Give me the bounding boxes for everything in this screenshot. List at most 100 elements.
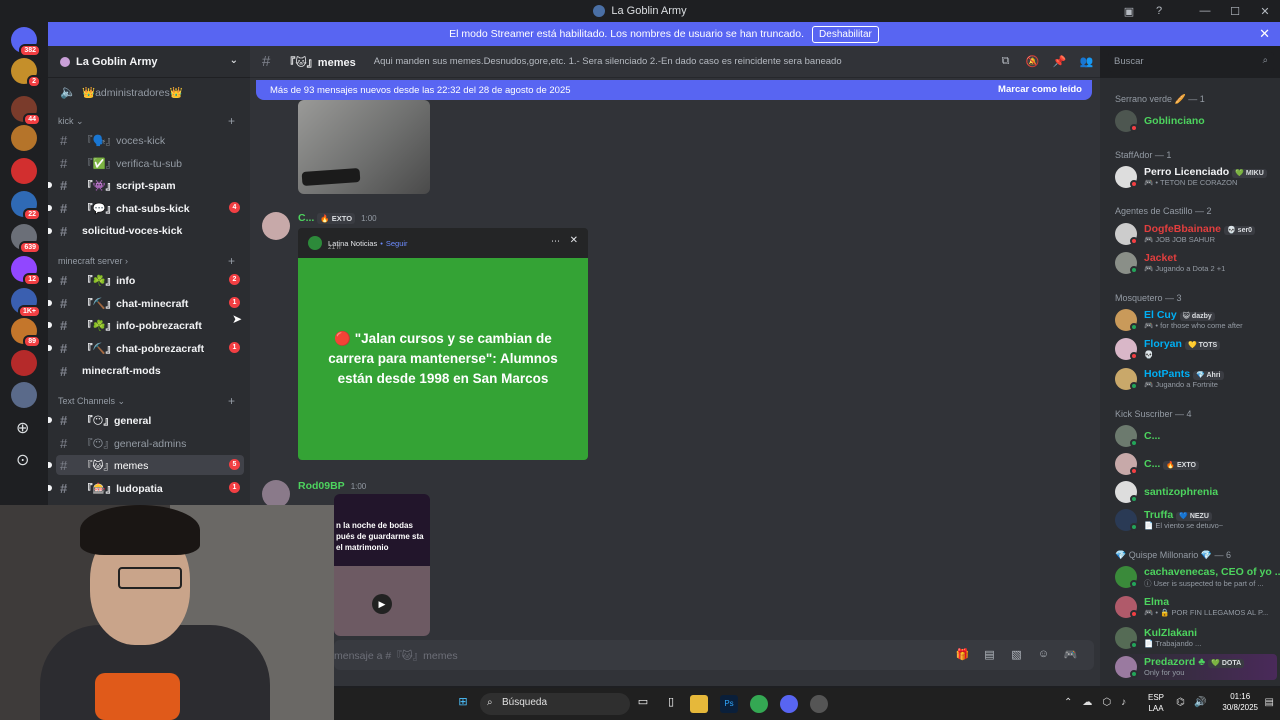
channel-solicitud-voces-kick[interactable]: # solicitud-voces-kick (48, 221, 244, 241)
member-item[interactable]: C... 🔥 EXTO (1115, 451, 1277, 477)
message-author[interactable]: C... 🔥 EXTO 1:00 (298, 212, 377, 224)
member-item[interactable]: El Cuy 😺 dazby 🎮 • for those who come afte… (1115, 307, 1277, 333)
category-kick[interactable]: kick ⌄ + (58, 114, 235, 128)
member-item[interactable]: KulZlakani 📄 Trabajando ... (1115, 625, 1277, 651)
apps-icon[interactable]: 🎮 (1057, 648, 1084, 661)
member-item[interactable]: Elma 🎮 • 🔒 POR FIN LLEGAMOS AL P... (1115, 594, 1277, 620)
server-icon[interactable] (11, 350, 37, 376)
member-item[interactable]: Jacket 🎮 Jugando a Dota 2 +1 (1115, 250, 1277, 276)
disable-streamer-button[interactable]: Deshabilitar (812, 25, 879, 43)
server-icon[interactable]: 1K+ (11, 288, 41, 318)
threads-icon[interactable]: ⧉ (992, 55, 1019, 68)
home-button[interactable]: 382 (11, 27, 41, 57)
image-attachment[interactable] (298, 100, 430, 194)
clock[interactable]: 01:16 30/8/2025 (1222, 691, 1258, 713)
add-channel-icon[interactable]: + (228, 394, 235, 408)
member-list-icon[interactable]: 👥 (1073, 55, 1100, 68)
avatar[interactable] (262, 212, 290, 240)
volume-icon[interactable]: 🔊 (1194, 697, 1206, 708)
channel-info[interactable]: # 『☘️』info 2 (48, 270, 244, 290)
message-input[interactable]: mensaje a #『🐱』memes 🎁 ▤ ▧ ☺ 🎮 (334, 640, 1094, 670)
add-channel-icon[interactable]: + (228, 114, 235, 128)
new-messages-bar[interactable]: Más de 93 mensajes nuevos desde las 22:3… (256, 80, 1092, 100)
add-server-icon[interactable]: ⊕ (16, 418, 29, 438)
add-channel-icon[interactable]: + (228, 254, 235, 268)
hash-icon: # (60, 155, 68, 171)
member-item[interactable]: cachavenecas, CEO of yo ... ⓘ User is sus… (1115, 564, 1280, 590)
close-window-button[interactable]: ✕ (1250, 5, 1280, 18)
play-icon[interactable]: ▶ (372, 594, 392, 614)
search-input[interactable]: Buscar ⌕ (1108, 52, 1274, 72)
network-icon[interactable]: ⌬ (1176, 697, 1185, 708)
channel-chat-subs-kick[interactable]: # 『💬』chat-subs-kick 4 (48, 198, 244, 218)
server-icon[interactable]: 12 (11, 256, 41, 286)
server-icon[interactable] (11, 125, 37, 151)
channel-voces-kick[interactable]: # 『🗣️』voces-kick (56, 130, 244, 150)
server-icon[interactable] (11, 158, 37, 184)
chevron-down-icon[interactable]: ⌄ (230, 55, 238, 66)
maximize-button[interactable]: ☐ (1220, 5, 1250, 18)
member-item[interactable]: Predazord ♣ 💚 DOTA Only for you (1115, 654, 1277, 680)
channel-verifica-tu-sub[interactable]: # 『✅』verifica-tu-sub (56, 153, 244, 173)
server-icon[interactable] (11, 382, 37, 408)
emoji-icon[interactable]: ☺ (1030, 648, 1057, 661)
link-embed[interactable]: Latina Noticias • Seguir 21 h ⋯ ✕ 🔴 "Jal… (298, 228, 588, 460)
discover-icon[interactable]: ⊙ (16, 450, 29, 470)
channel-general-admins[interactable]: # 『😶』general-admins (56, 433, 244, 453)
task-view-icon[interactable]: ▭ (634, 695, 652, 713)
server-icon[interactable]: 22 (11, 191, 41, 221)
gif-icon[interactable]: ▤ (976, 648, 1003, 661)
message-author[interactable]: Rod09BP 1:00 (298, 480, 366, 492)
channel-general[interactable]: # 『😶』general (48, 410, 244, 430)
start-icon[interactable]: ⊞ (454, 695, 472, 713)
member-item[interactable]: Goblinciano (1115, 108, 1277, 134)
channel-script-spam[interactable]: # 『👾』script-spam (48, 175, 244, 195)
server-icon[interactable]: 89 (11, 318, 41, 348)
video-attachment[interactable]: n la noche de bodas pués de guardarme st… (334, 494, 430, 636)
channel-chat-pobrezacraft[interactable]: # 『⛏️』chat-pobrezacraft 1 (48, 338, 244, 358)
category-text-channels[interactable]: Text Channels ⌄ + (58, 394, 235, 408)
close-icon[interactable]: ✕ (1259, 26, 1270, 42)
server-header[interactable]: La Goblin Army ⌄ (48, 46, 250, 78)
notification-icon[interactable]: ▤ (1265, 697, 1274, 708)
photoshop-icon[interactable]: Ps (720, 695, 738, 713)
channel-minecraft-mods[interactable]: # minecraft-mods (56, 361, 244, 381)
channel-topic[interactable]: Aqui manden sus memes.Desnudos,gore,etc.… (374, 56, 842, 67)
notification-bell-icon[interactable]: 🔕 (1019, 55, 1046, 68)
member-item[interactable]: HotPants 💎 Ahri 🎮 Jugando a Fortnite (1115, 366, 1277, 392)
follow-link[interactable]: Seguir (386, 239, 408, 248)
server-icon[interactable]: 44 (11, 96, 41, 126)
channel-memes[interactable]: # 『🐱』memes 5 (48, 455, 244, 475)
channel-chat-minecraft[interactable]: # 『⛏️』chat-minecraft 1 (48, 293, 244, 313)
server-icon[interactable]: 639 (11, 224, 41, 254)
member-item[interactable]: Truffa 💙 NEZU 📄 El viento se detuvo~ (1115, 507, 1277, 533)
gift-icon[interactable]: 🎁 (949, 648, 976, 661)
channel-info-pobrezacraft[interactable]: # 『☘️』info-pobrezacraft (48, 315, 244, 335)
inbox-icon[interactable]: ▣ (1114, 5, 1144, 18)
sticker-icon[interactable]: ▧ (1003, 648, 1030, 661)
system-tray[interactable]: ⌃☁⬡♪ (1064, 697, 1136, 708)
member-item[interactable]: Floryan 💛 TOTS 💀 (1115, 336, 1277, 362)
category-minecraft[interactable]: minecraft server › + (58, 254, 235, 268)
minimize-button[interactable]: — (1190, 5, 1220, 17)
close-icon[interactable]: ✕ (570, 235, 578, 246)
language-indicator[interactable]: ESP LAA (1148, 692, 1164, 714)
member-item[interactable]: C... (1115, 423, 1277, 449)
member-item[interactable]: santizophrenia (1115, 479, 1277, 505)
server-icon[interactable]: 2 (11, 58, 41, 88)
chrome-icon[interactable] (750, 695, 768, 713)
mark-as-read-button[interactable]: Marcar como leído (998, 84, 1082, 95)
channel-ludopatia[interactable]: # 『🎰』ludopatia 1 (48, 478, 244, 498)
help-icon[interactable]: ? (1144, 5, 1174, 17)
more-icon[interactable]: ⋯ (551, 236, 560, 247)
member-item[interactable]: DogfeBbainane 💀 ser0 🎮 JOB JOB SAHUR (1115, 221, 1277, 247)
discord-icon[interactable] (780, 695, 798, 713)
avatar[interactable] (262, 480, 290, 508)
app-icon[interactable] (810, 695, 828, 713)
app-icon[interactable]: ▯ (662, 695, 680, 713)
pin-icon[interactable]: 📌 (1046, 55, 1073, 68)
member-item[interactable]: Perro Licenciado 💚 MIKU 🎮 • TETON DE CORAZ… (1115, 164, 1277, 190)
taskbar-search[interactable]: ⌕ Búsqueda (480, 693, 630, 715)
file-explorer-icon[interactable] (690, 695, 708, 713)
channel-administradores[interactable]: 🔈 👑administradores👑 (56, 82, 244, 102)
